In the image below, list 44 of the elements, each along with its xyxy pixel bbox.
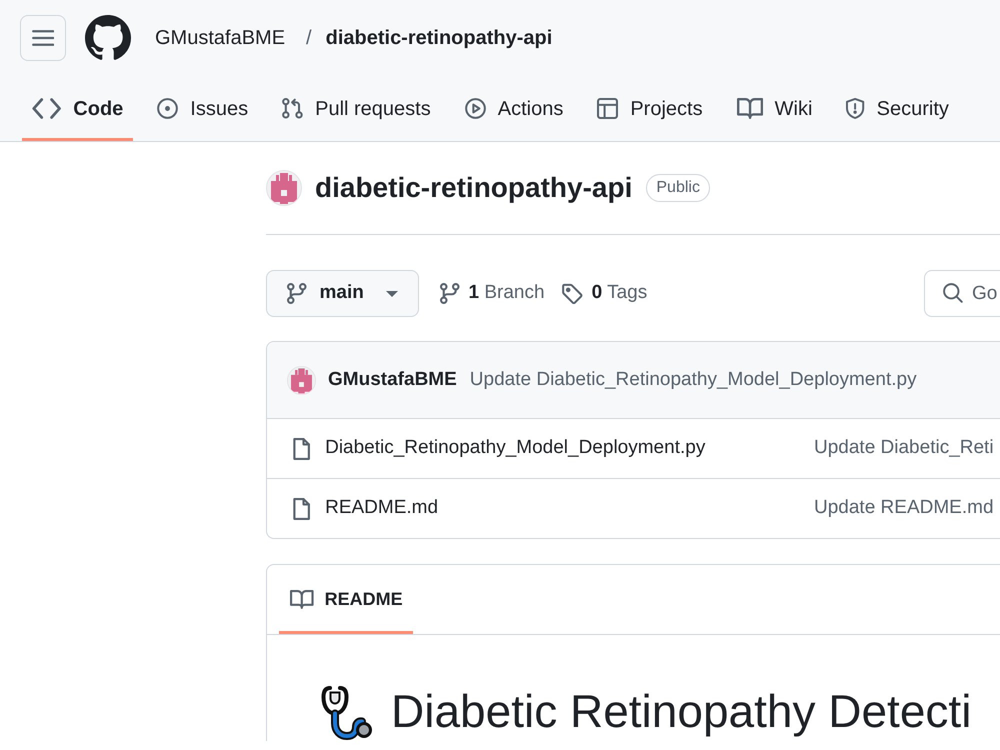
tag-icon (562, 283, 583, 304)
menu-icon (32, 30, 54, 46)
search-icon (943, 283, 963, 303)
commit-message-link[interactable]: Update README.md (814, 494, 994, 523)
visibility-badge: Public (646, 174, 710, 202)
file-icon (293, 438, 310, 460)
shield-icon (846, 98, 865, 119)
nav-tab[interactable]: Projects (587, 76, 713, 141)
commit-message-link[interactable]: Update Diabetic_Reti (814, 434, 994, 463)
nav-tab[interactable]: Wiki (726, 76, 822, 141)
file-name-link[interactable]: Diabetic_Retinopathy_Model_Deployment.py (325, 434, 706, 463)
readme-tab[interactable]: README (279, 564, 413, 634)
commit-message-link[interactable]: Update Diabetic_Retinopathy_Model_Deployment.py (470, 366, 917, 394)
nav-tab[interactable]: Pull requests (272, 76, 441, 141)
play-circle-icon (464, 98, 486, 119)
search-field[interactable]: Go (924, 270, 1000, 317)
repo-title-link[interactable]: diabetic-retinopathy-api (315, 167, 632, 209)
book-icon (290, 590, 314, 608)
nav-tab[interactable]: Security (836, 76, 959, 141)
tags-link[interactable]: 0 Tags (562, 279, 648, 308)
repo-name-link[interactable]: diabetic-retinopathy-api (326, 23, 552, 53)
commit-author-link[interactable]: GMustafaBME (328, 366, 457, 394)
file-name-link[interactable]: README.md (325, 494, 438, 523)
nav-tab[interactable]: Actions (454, 76, 574, 141)
book-icon (736, 98, 763, 119)
file-icon (293, 498, 310, 520)
branches-link[interactable]: 1 Branch (440, 279, 545, 308)
table-icon (597, 98, 618, 119)
code-brackets-icon (32, 98, 62, 119)
nav-tab[interactable]: Issues (147, 76, 258, 141)
cat-logo-icon (85, 15, 131, 61)
menu-button[interactable] (20, 15, 66, 61)
path-separator: / (306, 26, 312, 51)
branch-select-button[interactable]: main (266, 270, 419, 317)
readme-heading: Diabetic Retinopathy Detecti (391, 684, 972, 739)
caret-icon (386, 290, 398, 296)
circle-dot-icon (157, 98, 178, 119)
pull-request-icon (282, 98, 304, 119)
avatar-icon (287, 366, 316, 394)
owner-link[interactable]: GMustafaBME (155, 23, 286, 53)
nav-tab[interactable]: Code (22, 76, 134, 141)
avatar-icon (266, 170, 302, 206)
branch-icon (287, 283, 306, 304)
branch-icon (440, 283, 460, 304)
